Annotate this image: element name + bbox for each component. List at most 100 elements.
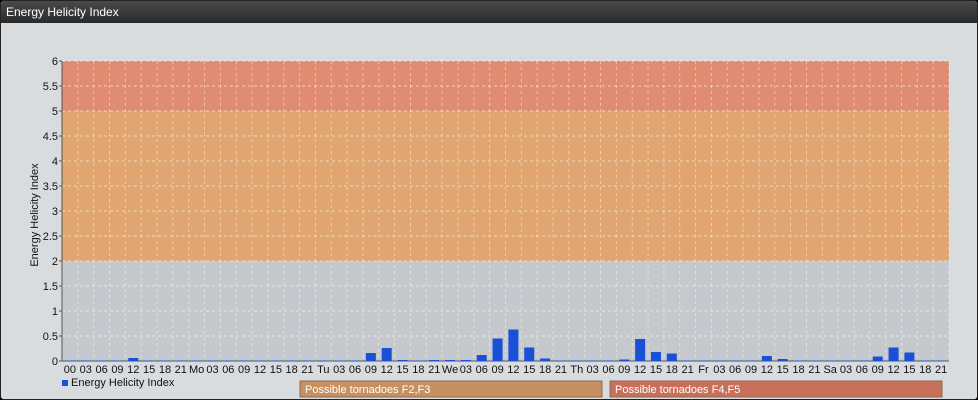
bar xyxy=(698,360,709,361)
bar xyxy=(666,353,677,361)
annotation-f4f5: Possible tornadoes F4,F5 xyxy=(609,380,943,398)
bar xyxy=(730,360,741,361)
annotation-f2f3: Possible tornadoes F2,F3 xyxy=(299,380,603,398)
bar xyxy=(207,360,218,361)
helicity-chart: 00.511.522.533.544.555.56 00 03 06 09 12 15 18… xyxy=(29,56,950,398)
x-tick-label: 18 xyxy=(792,364,804,376)
bar xyxy=(524,347,535,361)
x-tick-label: 06 xyxy=(95,364,107,376)
x-tick-label: 12 xyxy=(381,364,393,376)
x-tick-label: 09 xyxy=(618,364,630,376)
x-tick-label: 15 xyxy=(143,364,155,376)
x-tick-label: 06 xyxy=(476,364,488,376)
x-tick-label: 15 xyxy=(270,364,282,376)
x-tick-label: 15 xyxy=(396,364,408,376)
bar xyxy=(445,360,456,361)
bar xyxy=(381,348,392,361)
x-tick-label: 21 xyxy=(555,364,567,376)
y-tick-label: 3 xyxy=(52,206,58,218)
x-tick-label: 21 xyxy=(682,364,694,376)
bar xyxy=(809,360,820,361)
x-tick-label: 21 xyxy=(301,364,313,376)
x-tick-label: 03 xyxy=(206,364,218,376)
bar xyxy=(555,360,566,361)
bar xyxy=(888,347,899,361)
x-tick-label: 03 xyxy=(840,364,852,376)
x-tick-label: 18 xyxy=(919,364,931,376)
bar xyxy=(714,360,725,361)
x-tick-label: 03 xyxy=(460,364,472,376)
bar xyxy=(904,352,915,361)
annotation-f2f3-label: Possible tornadoes F2,F3 xyxy=(305,384,430,396)
bar xyxy=(239,360,250,361)
x-tick-labels: 00 03 06 09 12 15 18 21 Mo 03 06 09 12 15 18 21 Tu 03 06 09… xyxy=(64,364,947,376)
x-tick-label: 12 xyxy=(761,364,773,376)
bar xyxy=(413,360,424,361)
y-tick-label: 1 xyxy=(52,306,58,318)
x-tick-label: 15 xyxy=(903,364,915,376)
bar xyxy=(460,360,471,361)
bar xyxy=(175,360,186,361)
bar xyxy=(144,360,155,361)
x-tick-label: Mo xyxy=(189,364,204,376)
x-tick-label: 06 xyxy=(856,364,868,376)
x-tick-label: 21 xyxy=(808,364,820,376)
x-tick-label: 09 xyxy=(111,364,123,376)
bar xyxy=(476,355,487,361)
x-tick-label: 09 xyxy=(872,364,884,376)
bar xyxy=(96,360,107,361)
x-tick-label: 03 xyxy=(713,364,725,376)
x-tick-label: 12 xyxy=(887,364,899,376)
annotation-f4f5-label: Possible tornadoes F4,F5 xyxy=(615,384,740,396)
bar xyxy=(270,360,281,361)
x-tick-label: 18 xyxy=(539,364,551,376)
x-tick-label: 09 xyxy=(365,364,377,376)
x-tick-label: 06 xyxy=(349,364,361,376)
legend-swatch xyxy=(62,380,68,386)
x-tick-label: Th xyxy=(570,364,583,376)
bar xyxy=(223,360,234,361)
x-tick-label: 03 xyxy=(333,364,345,376)
bar xyxy=(334,360,345,361)
bar xyxy=(856,360,867,361)
bar xyxy=(603,360,614,361)
y-tick-label: 4.5 xyxy=(43,131,58,143)
x-tick-label: 09 xyxy=(238,364,250,376)
y-tick-label: 0.5 xyxy=(43,331,58,343)
y-axis-label: Energy Helicity Index xyxy=(29,163,41,267)
y-tick-label: 5.5 xyxy=(43,81,58,93)
bar xyxy=(191,360,202,361)
bar xyxy=(540,358,551,361)
bar xyxy=(429,360,440,361)
bar xyxy=(841,360,852,361)
bar xyxy=(286,360,297,361)
x-tick-label: 06 xyxy=(729,364,741,376)
bar xyxy=(936,360,947,361)
bar xyxy=(619,359,630,361)
x-tick-label: Tu xyxy=(317,364,329,376)
x-tick-label: 00 xyxy=(64,364,76,376)
y-tick-label: 5 xyxy=(52,106,58,118)
x-tick-label: Sa xyxy=(823,364,837,376)
x-tick-label: 09 xyxy=(491,364,503,376)
x-tick-label: 15 xyxy=(777,364,789,376)
bar xyxy=(746,360,757,361)
bar xyxy=(682,360,693,361)
x-tick-label: 21 xyxy=(428,364,440,376)
bar xyxy=(635,339,646,361)
x-tick-label: 12 xyxy=(254,364,266,376)
bar xyxy=(365,353,376,361)
y-tick-label: 2 xyxy=(52,256,58,268)
chart-panel: Energy Helicity Index 0 0.5 1 1.5 2 2.5 3 3.5 4 4… xyxy=(0,0,978,400)
bar xyxy=(650,352,661,361)
x-tick-label: 12 xyxy=(634,364,646,376)
x-tick-label: 18 xyxy=(159,364,171,376)
legend-label: Energy Helicity Index xyxy=(71,377,175,389)
bar xyxy=(350,360,361,361)
x-tick-label: We xyxy=(442,364,458,376)
bar xyxy=(112,360,123,361)
x-tick-label: 21 xyxy=(935,364,947,376)
bar xyxy=(761,356,772,361)
y-tick-label: 6 xyxy=(52,56,58,68)
bar xyxy=(777,359,788,361)
